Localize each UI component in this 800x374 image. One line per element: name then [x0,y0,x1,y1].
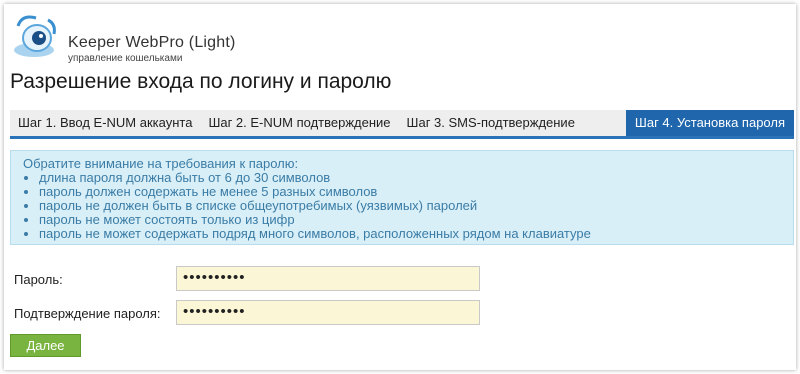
keeper-logo-icon [14,15,56,57]
requirement-item: пароль должен содержать не менее 5 разны… [39,185,781,199]
page-title: Разрешение входа по логину и паролю [10,70,392,93]
confirm-password-label: Подтверждение пароля: [14,306,161,321]
step-3: Шаг 3. SMS-подтверждение [406,115,575,130]
requirement-item: пароль не должен быть в списке общеупотр… [39,199,781,213]
step-1: Шаг 1. Ввод E-NUM аккаунта [18,115,193,130]
step-4-active: Шаг 4. Установка пароля [625,110,794,136]
confirm-password-input[interactable]: •••••••••• [176,300,480,325]
password-input[interactable]: •••••••••• [176,266,480,291]
requirements-intro: Обратите внимание на требования к паролю… [23,156,299,171]
requirement-item: длина пароля должна быть от 6 до 30 симв… [39,171,781,185]
requirement-item: пароль не может содержать подряд много с… [39,227,781,241]
wizard-steps: Шаг 1. Ввод E-NUM аккаунта Шаг 2. E-NUM … [10,110,794,139]
requirements-list: длина пароля должна быть от 6 до 30 симв… [23,171,781,241]
window-frame: Keeper WebPro (Light) управление кошельк… [4,4,796,370]
password-requirements-box: Обратите внимание на требования к паролю… [10,150,794,245]
step-2: Шаг 2. E-NUM подтверждение [208,115,391,130]
password-label: Пароль: [14,272,63,287]
app-title: Keeper WebPro (Light) [68,34,236,51]
next-button[interactable]: Далее [10,334,81,357]
app-subtitle: управление кошельками [68,53,183,64]
requirement-item: пароль не может состоять только из цифр [39,213,781,227]
